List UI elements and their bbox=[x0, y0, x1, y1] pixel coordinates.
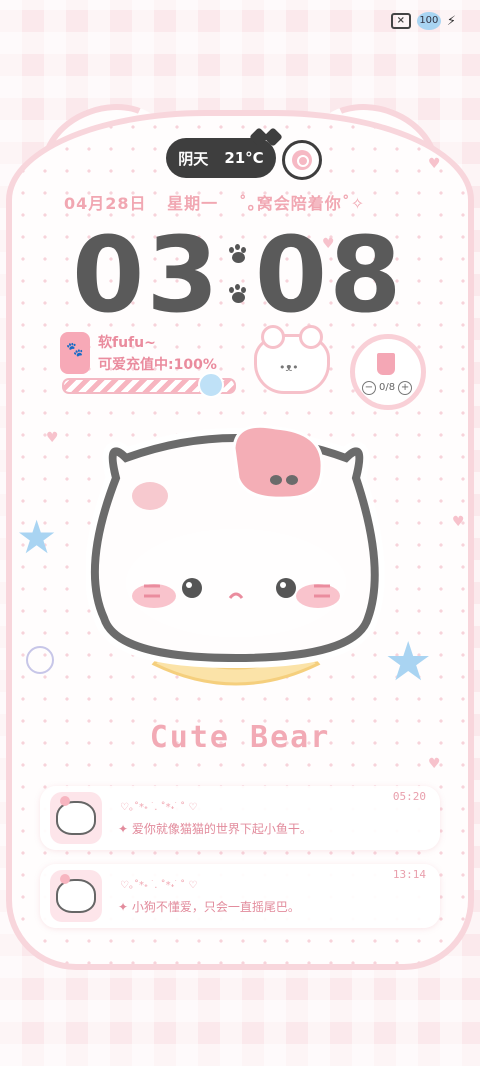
battery-widget-name: 软fufu~ bbox=[98, 335, 156, 351]
bear-face-widget[interactable]: •ᴥ• bbox=[254, 325, 330, 394]
plus-button[interactable]: + bbox=[398, 381, 413, 395]
notification-card[interactable]: ♡｡˚*˖ ࣪ . ˚*˖ ࣪ ˚ ♡ 05:20 ✦ 爱你就像猫猫的世界下起小… bbox=[40, 786, 440, 850]
ring-decoration bbox=[26, 646, 54, 674]
sim-off-icon: × bbox=[390, 13, 411, 29]
heart-icon: ♥ bbox=[428, 756, 441, 772]
weather-condition: 阴天 bbox=[178, 149, 209, 168]
notification-message: ✦ 爱你就像猫猫的世界下起小鱼干。 bbox=[118, 822, 312, 836]
phone-paw-icon bbox=[60, 332, 90, 374]
water-count: 0/8 bbox=[379, 382, 396, 393]
heart-icon: ♥ bbox=[46, 430, 59, 446]
bear-face-icon: •ᴥ• bbox=[279, 361, 299, 374]
minus-button[interactable]: − bbox=[362, 381, 376, 395]
cup-icon bbox=[377, 353, 395, 375]
bolt-icon: ⚡ bbox=[446, 13, 456, 29]
puppy-avatar-icon bbox=[50, 870, 102, 922]
heart-icon: ♥ bbox=[452, 514, 465, 530]
title-text: Cute Bear bbox=[149, 720, 331, 755]
notification-time: 05:20 bbox=[392, 790, 426, 803]
notification-card[interactable]: ♡｡˚*˖ ࣪ . ˚*˖ ࣪ ˚ ♡ 13:14 ✦ 小狗不懂爱，只会一直摇尾… bbox=[40, 864, 440, 928]
weather-pill[interactable]: 阴天 21°C bbox=[166, 127, 283, 178]
battery-level: 100 bbox=[416, 12, 441, 30]
star-icon: ★ bbox=[384, 630, 433, 693]
clock-minutes: 08 bbox=[254, 214, 404, 336]
paw-separator bbox=[227, 244, 249, 306]
battery-widget-status: 可爱充值中:100% bbox=[98, 357, 217, 373]
paw-icon bbox=[227, 244, 249, 266]
date-message: ˚｡窝会陪着你˚✧ bbox=[238, 194, 366, 213]
bear-avatar-icon bbox=[50, 792, 102, 844]
notification-decoration: ♡｡˚*˖ ࣪ . ˚*˖ ࣪ ˚ ♡ bbox=[120, 880, 198, 891]
status-bar: × 100 ⚡ bbox=[390, 12, 456, 30]
bear-illustration bbox=[86, 424, 385, 686]
weekday-text: 星期一 bbox=[167, 194, 219, 213]
water-widget[interactable]: −0/8 + bbox=[350, 334, 426, 410]
heart-icon: ♥ bbox=[428, 156, 441, 172]
clock-hours: 03 bbox=[72, 214, 221, 336]
notification-time: 13:14 bbox=[392, 868, 426, 881]
clock[interactable]: 03 08 bbox=[72, 220, 403, 330]
notification-decoration: ♡｡˚*˖ ࣪ . ˚*˖ ࣪ ˚ ♡ bbox=[120, 802, 198, 813]
star-icon: ★ bbox=[16, 510, 58, 564]
notification-message: ✦ 小狗不懂爱，只会一直摇尾巴。 bbox=[118, 900, 300, 914]
date-text: 04月28日 bbox=[64, 194, 147, 213]
date-line: 04月28日 星期一 ˚｡窝会陪着你˚✧ bbox=[64, 190, 379, 214]
paw-icon bbox=[227, 284, 249, 306]
water-counter: −0/8 + bbox=[359, 381, 415, 395]
battery-progress-knob bbox=[198, 372, 224, 398]
candy-icon[interactable] bbox=[282, 140, 322, 180]
weather-temperature: 21°C bbox=[224, 149, 264, 167]
